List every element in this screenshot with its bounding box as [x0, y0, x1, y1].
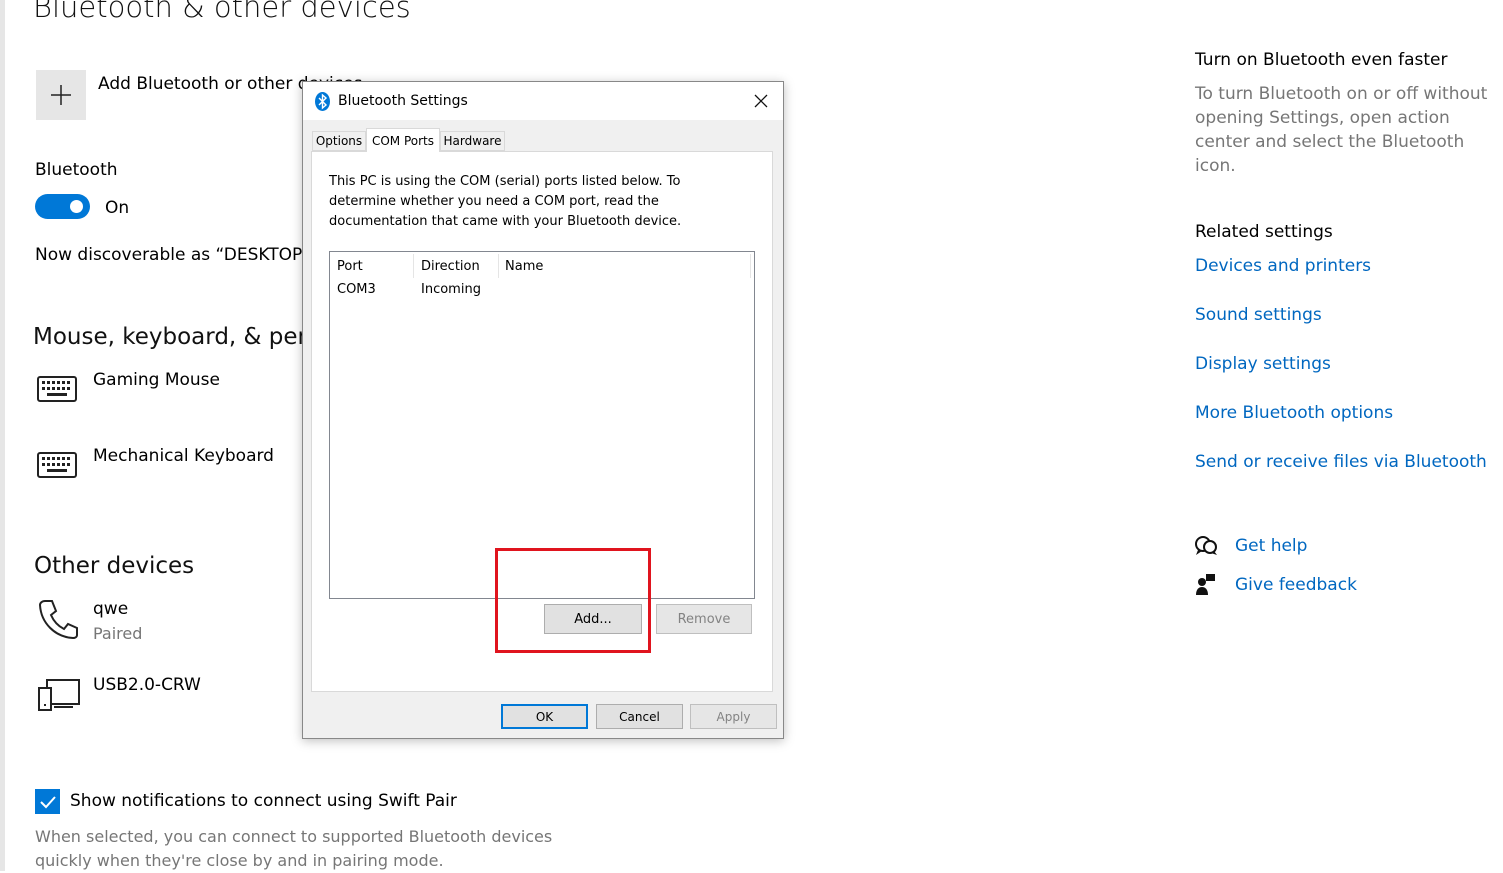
keyboard-icon	[37, 452, 77, 482]
tab-hardware[interactable]: Hardware	[440, 131, 505, 151]
device-name[interactable]: Gaming Mouse	[93, 370, 220, 390]
discoverable-text: Now discoverable as “DESKTOP-UE	[35, 245, 332, 265]
column-separator	[413, 254, 414, 278]
tab-options[interactable]: Options	[312, 131, 366, 151]
feedback-icon	[1196, 574, 1216, 600]
get-help-link[interactable]: Get help	[1235, 536, 1307, 556]
column-header-direction[interactable]: Direction	[421, 256, 480, 278]
swift-pair-label[interactable]: Show notifications to connect using Swif…	[70, 791, 457, 811]
com-ports-description: This PC is using the COM (serial) ports …	[329, 174, 682, 229]
bluetooth-toggle[interactable]	[35, 194, 90, 219]
toggle-knob	[70, 200, 83, 213]
page-title: Bluetooth & other devices	[33, 0, 411, 24]
device-icon	[37, 678, 81, 716]
swift-pair-description: When selected, you can connect to suppor…	[35, 827, 553, 870]
dialog-titlebar[interactable]: Bluetooth Settings	[303, 82, 783, 120]
tab-com-ports[interactable]: COM Ports	[366, 128, 440, 152]
mouse-section-title: Mouse, keyboard, & pen	[33, 324, 313, 350]
dialog-title: Bluetooth Settings	[338, 93, 468, 109]
window-left-edge	[0, 0, 5, 871]
cell-port: COM3	[337, 282, 376, 297]
apply-button[interactable]: Apply	[690, 704, 777, 729]
remove-port-button[interactable]: Remove	[656, 604, 752, 634]
device-name[interactable]: qwe	[93, 599, 128, 619]
checkmark-icon	[39, 795, 56, 808]
tip-title: Turn on Bluetooth even faster	[1195, 50, 1448, 70]
add-device-button[interactable]	[36, 70, 86, 120]
cancel-button[interactable]: Cancel	[596, 704, 683, 729]
column-separator	[498, 254, 499, 278]
keyboard-icon	[37, 376, 77, 406]
column-header-port[interactable]: Port	[337, 256, 363, 278]
column-header-name[interactable]: Name	[505, 256, 543, 278]
swift-pair-checkbox[interactable]	[35, 789, 60, 814]
link-send-receive-files[interactable]: Send or receive files via Bluetooth	[1195, 452, 1487, 472]
bluetooth-icon	[315, 92, 330, 115]
column-separator	[750, 254, 751, 278]
ok-button[interactable]: OK	[501, 704, 588, 729]
plus-icon	[51, 85, 71, 105]
other-section-title: Other devices	[34, 553, 195, 579]
related-settings-title: Related settings	[1195, 222, 1333, 242]
link-sound-settings[interactable]: Sound settings	[1195, 305, 1322, 325]
link-more-bluetooth-options[interactable]: More Bluetooth options	[1195, 403, 1393, 423]
link-display-settings[interactable]: Display settings	[1195, 354, 1331, 374]
help-icon	[1194, 535, 1218, 561]
link-devices-and-printers[interactable]: Devices and printers	[1195, 256, 1371, 276]
device-name[interactable]: Mechanical Keyboard	[93, 446, 274, 466]
phone-icon	[37, 598, 79, 644]
cell-direction: Incoming	[421, 282, 481, 297]
com-ports-list[interactable]: Port Direction Name COM3 Incoming	[329, 251, 755, 599]
bluetooth-heading: Bluetooth	[35, 160, 118, 180]
device-status: Paired	[93, 624, 143, 643]
give-feedback-link[interactable]: Give feedback	[1235, 575, 1357, 595]
close-icon	[754, 94, 768, 108]
close-button[interactable]	[747, 88, 775, 114]
highlight-box	[495, 548, 651, 653]
bluetooth-toggle-state: On	[105, 198, 130, 218]
device-name[interactable]: USB2.0-CRW	[93, 675, 201, 695]
tip-text: To turn Bluetooth on or off without open…	[1195, 84, 1488, 176]
